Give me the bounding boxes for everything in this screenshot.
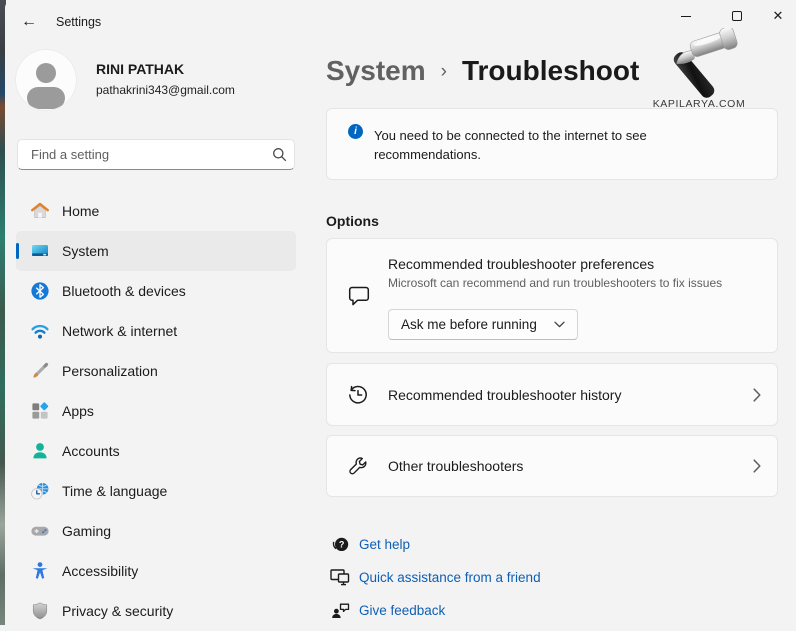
search-input[interactable] (18, 147, 264, 162)
network-icon (30, 321, 50, 341)
maximize-icon (732, 11, 742, 21)
quick-assist-icon (330, 569, 350, 586)
chevron-right-icon (753, 388, 761, 402)
get-help-link[interactable]: ? Get help (330, 533, 410, 555)
history-label: Recommended troubleshooter history (388, 387, 753, 403)
other-troubleshooters-label: Other troubleshooters (388, 458, 753, 474)
sidebar-item-apps[interactable]: Apps (16, 391, 296, 431)
dropdown-selected-value: Ask me before running (401, 317, 554, 332)
accounts-icon (30, 441, 50, 461)
options-heading: Options (326, 213, 379, 229)
info-icon: i (348, 124, 363, 139)
sidebar-item-home[interactable]: Home (16, 191, 296, 231)
page-title: Troubleshoot (462, 55, 639, 87)
sidebar-item-privacy[interactable]: Privacy & security (16, 591, 296, 631)
sidebar-item-personalization[interactable]: Personalization (16, 351, 296, 391)
chat-bubble-icon (347, 285, 371, 313)
accessibility-icon (30, 561, 50, 581)
bluetooth-icon (30, 281, 50, 301)
sidebar-item-accounts[interactable]: Accounts (16, 431, 296, 471)
sidebar-item-network[interactable]: Network & internet (16, 311, 296, 351)
user-name: RINI PATHAK (96, 61, 184, 77)
personalization-icon (30, 361, 50, 381)
home-icon (30, 201, 50, 221)
breadcrumb: System › Troubleshoot (326, 55, 639, 87)
sidebar-item-bluetooth[interactable]: Bluetooth & devices (16, 271, 296, 311)
preferences-dropdown[interactable]: Ask me before running (388, 309, 578, 340)
preferences-card: Recommended troubleshooter preferences M… (326, 238, 778, 353)
preferences-title: Recommended troubleshooter preferences (388, 256, 654, 272)
give-feedback-link[interactable]: Give feedback (330, 599, 445, 621)
sidebar-item-time-language[interactable]: Time & language (16, 471, 296, 511)
system-icon (30, 241, 50, 261)
avatar-person-icon (36, 63, 56, 83)
sidebar-item-accessibility[interactable]: Accessibility (16, 551, 296, 591)
minimize-icon (681, 16, 691, 17)
info-banner: i You need to be connected to the intern… (326, 108, 778, 180)
get-help-icon: ? (330, 535, 350, 554)
sidebar-nav: Home System Bluetooth & dev (16, 191, 296, 631)
gaming-icon (30, 521, 50, 541)
preferences-subtitle: Microsoft can recommend and run troubles… (388, 276, 722, 290)
close-button[interactable]: ✕ (755, 0, 796, 32)
history-card[interactable]: Recommended troubleshooter history (326, 363, 778, 426)
info-banner-text: You need to be connected to the internet… (374, 126, 704, 164)
back-button[interactable]: ← (14, 8, 44, 36)
chevron-right-icon (753, 459, 761, 473)
breadcrumb-system[interactable]: System (326, 55, 426, 87)
window-title: Settings (56, 15, 101, 29)
other-troubleshooters-card[interactable]: Other troubleshooters (326, 435, 778, 497)
apps-icon (30, 401, 50, 421)
avatar[interactable] (16, 50, 76, 110)
history-icon (347, 384, 369, 406)
user-email: pathakrini343@gmail.com (96, 83, 235, 97)
selected-accent-bar (16, 243, 19, 259)
give-feedback-icon (330, 601, 350, 619)
time-language-icon (30, 481, 50, 501)
sidebar-item-system[interactable]: System (16, 231, 296, 271)
hammer-logo (653, 28, 753, 105)
privacy-icon (30, 601, 50, 621)
quick-assistance-link[interactable]: Quick assistance from a friend (330, 566, 541, 588)
svg-text:?: ? (338, 539, 344, 549)
wrench-icon (347, 454, 369, 478)
sidebar-item-gaming[interactable]: Gaming (16, 511, 296, 551)
breadcrumb-separator-icon: › (441, 61, 447, 83)
chevron-down-icon (554, 321, 565, 328)
search-icon[interactable] (264, 147, 294, 162)
search-box[interactable] (17, 139, 295, 170)
